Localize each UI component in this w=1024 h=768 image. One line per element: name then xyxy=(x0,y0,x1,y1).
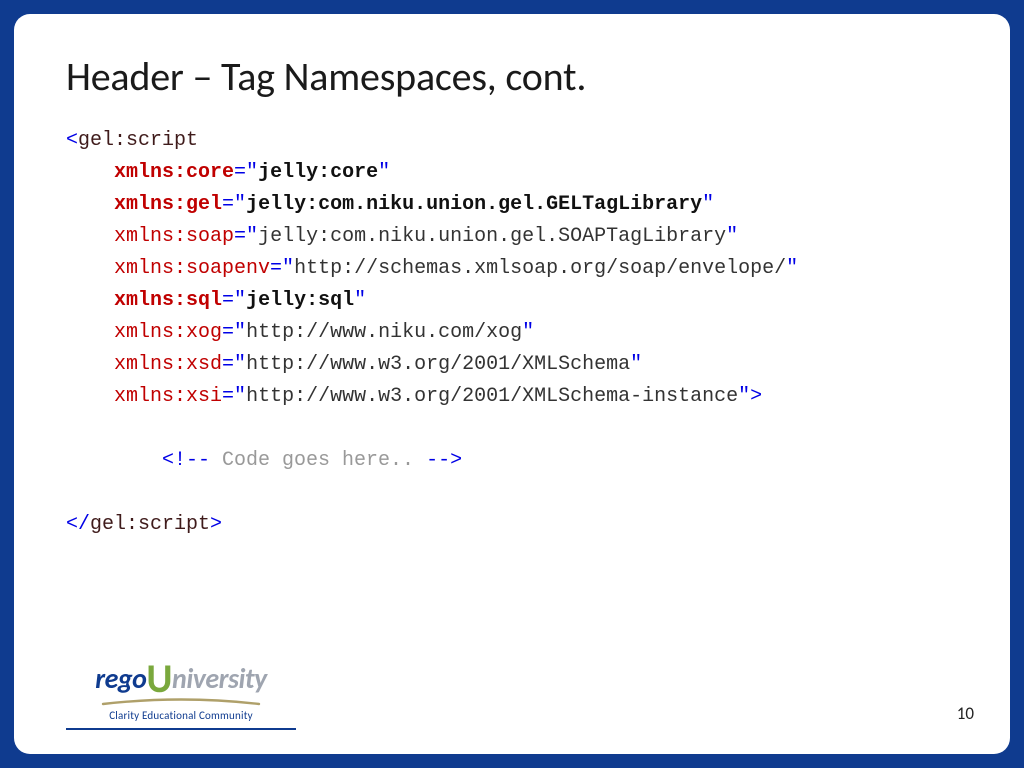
comment-close: --> xyxy=(426,449,462,472)
code-line-attr: xmlns:xog="http://www.niku.com/xog" xyxy=(66,317,958,349)
code-line-comment: <!-- Code goes here.. --> xyxy=(66,445,958,477)
quote-close: " xyxy=(354,289,366,312)
equals-sign: = xyxy=(222,385,234,408)
logo-part-u: U xyxy=(146,654,172,703)
angle-open-slash: </ xyxy=(66,513,90,536)
attr-value: http://schemas.xmlsoap.org/soap/envelope… xyxy=(294,257,786,280)
logo: regoUniversity Clarity Educational Commu… xyxy=(66,659,296,730)
attr-value: http://www.w3.org/2001/XMLSchema xyxy=(246,353,630,376)
attr-value: jelly:com.niku.union.gel.SOAPTagLibrary xyxy=(258,225,726,248)
equals-sign: = xyxy=(222,289,234,312)
quote-open: " xyxy=(234,385,246,408)
code-block: <gel:script xmlns:core="jelly:core"xmlns… xyxy=(66,125,958,541)
code-line-attr: xmlns:core="jelly:core" xyxy=(66,157,958,189)
code-line-attr: xmlns:soap="jelly:com.niku.union.gel.SOA… xyxy=(66,221,958,253)
code-line-attr: xmlns:xsd="http://www.w3.org/2001/XMLSch… xyxy=(66,349,958,381)
code-line-open: <gel:script xyxy=(66,125,958,157)
quote-open: " xyxy=(234,193,246,216)
tag-name-open: gel:script xyxy=(78,129,198,152)
attr-name: xmlns:sql xyxy=(114,289,222,312)
attr-name: xmlns:soap xyxy=(114,225,234,248)
attr-name: xmlns:soapenv xyxy=(114,257,270,280)
logo-tagline: Clarity Educational Community xyxy=(109,709,253,722)
attr-value: jelly:com.niku.union.gel.GELTagLibrary xyxy=(246,193,702,216)
quote-close: " xyxy=(630,353,642,376)
quote-close: " xyxy=(786,257,798,280)
equals-sign: = xyxy=(222,353,234,376)
attr-name: xmlns:gel xyxy=(114,193,222,216)
quote-open: " xyxy=(234,289,246,312)
page-number: 10 xyxy=(957,703,974,730)
slide: Header – Tag Namespaces, cont. <gel:scri… xyxy=(14,14,1010,754)
attr-name: xmlns:xog xyxy=(114,321,222,344)
quote-open: " xyxy=(246,225,258,248)
quote-close: " xyxy=(522,321,534,344)
equals-sign: = xyxy=(270,257,282,280)
slide-title: Header – Tag Namespaces, cont. xyxy=(66,52,958,101)
attr-value: http://www.w3.org/2001/XMLSchema-instanc… xyxy=(246,385,738,408)
code-line-attr: xmlns:gel="jelly:com.niku.union.gel.GELT… xyxy=(66,189,958,221)
code-line-attr: xmlns:xsi="http://www.w3.org/2001/XMLSch… xyxy=(66,381,958,413)
equals-sign: = xyxy=(234,225,246,248)
attr-value: jelly:sql xyxy=(246,289,354,312)
attr-name: xmlns:xsd xyxy=(114,353,222,376)
code-line-blank1 xyxy=(66,413,958,445)
comment-open: <!-- xyxy=(162,449,210,472)
quote-close: " xyxy=(378,161,390,184)
angle-close: > xyxy=(210,513,222,536)
logo-text: regoUniversity xyxy=(95,659,266,699)
quote-close: " xyxy=(726,225,738,248)
quote-close: " xyxy=(702,193,714,216)
quote-open: " xyxy=(234,353,246,376)
comment-text: Code goes here.. xyxy=(210,449,426,472)
logo-part-rego: rego xyxy=(95,661,146,696)
tag-name-close: gel:script xyxy=(90,513,210,536)
slide-footer: regoUniversity Clarity Educational Commu… xyxy=(66,659,974,730)
quote-open: " xyxy=(234,321,246,344)
angle-open: < xyxy=(66,129,78,152)
quote-open: " xyxy=(282,257,294,280)
attr-value: http://www.niku.com/xog xyxy=(246,321,522,344)
attr-value: jelly:core xyxy=(258,161,378,184)
angle-close: > xyxy=(750,385,762,408)
attr-name: xmlns:xsi xyxy=(114,385,222,408)
logo-part-niversity: niversity xyxy=(172,661,267,696)
equals-sign: = xyxy=(222,321,234,344)
equals-sign: = xyxy=(234,161,246,184)
code-line-attr: xmlns:sql="jelly:sql" xyxy=(66,285,958,317)
quote-open: " xyxy=(246,161,258,184)
code-line-blank2 xyxy=(66,477,958,509)
code-line-attr: xmlns:soapenv="http://schemas.xmlsoap.or… xyxy=(66,253,958,285)
quote-close: " xyxy=(738,385,750,408)
attr-name: xmlns:core xyxy=(114,161,234,184)
code-line-close: </gel:script> xyxy=(66,509,958,541)
equals-sign: = xyxy=(222,193,234,216)
